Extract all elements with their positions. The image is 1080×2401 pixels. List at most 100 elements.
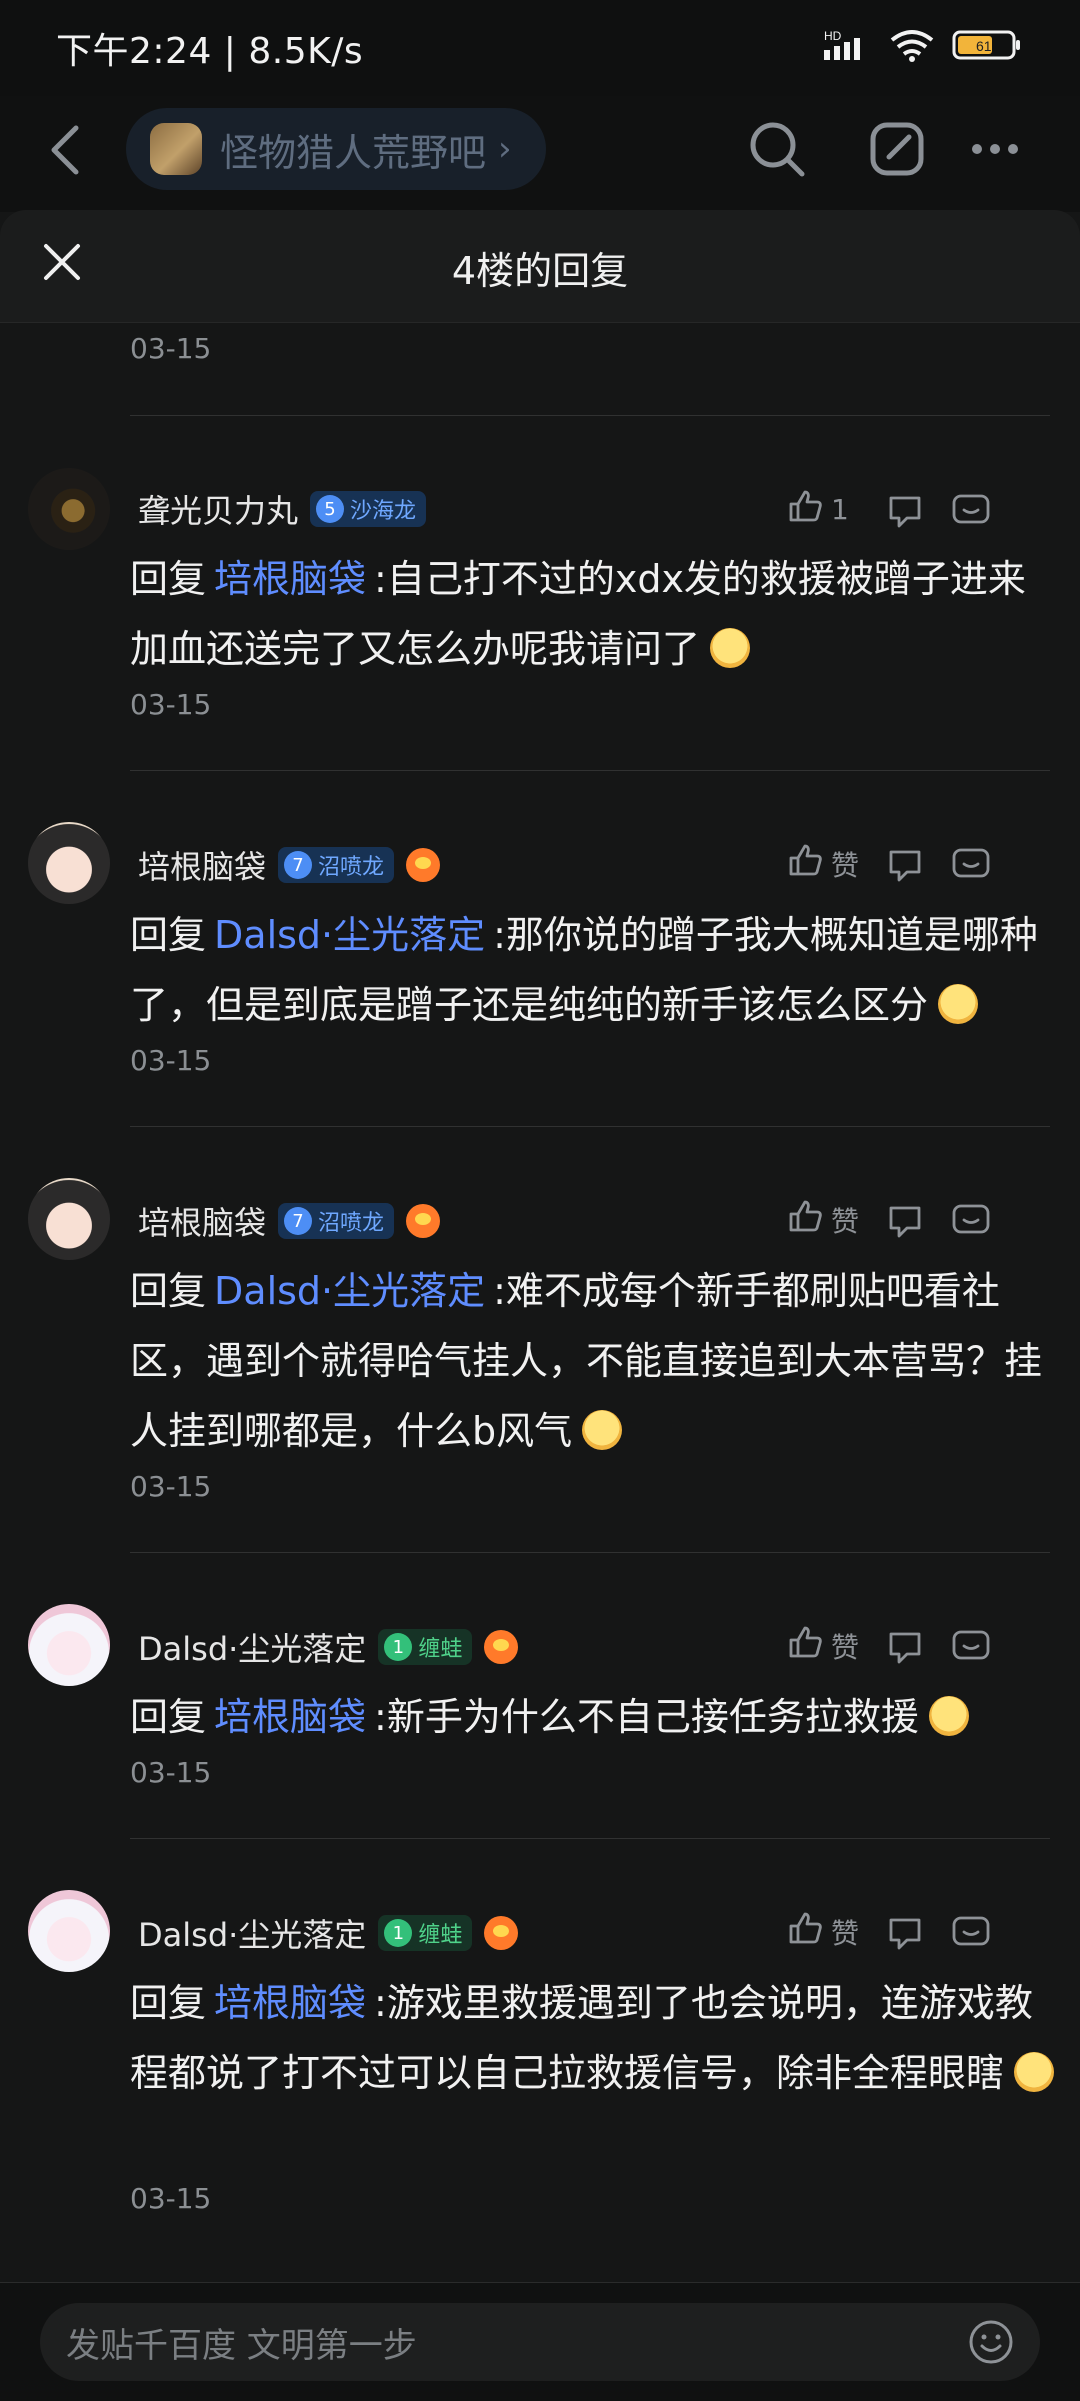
comment-text: 回复 培根脑袋:游戏里救援遇到了也会说明，连游戏教程都说了打不过可以自己拉救援信号… [130, 1968, 1060, 2108]
badge-name: 缠蛙 [418, 1637, 463, 1662]
level-badge: 1 缠蛙 [378, 1915, 473, 1951]
search-icon[interactable] [740, 112, 814, 186]
level-badge: 7 沼喷龙 [278, 847, 395, 883]
mention-link[interactable]: Dalsd·尘光落定 [214, 1269, 485, 1313]
reply-icon[interactable] [945, 1624, 997, 1668]
status-time-speed: 下午2:24 | 8.5K/s [56, 31, 364, 72]
back-chevron-icon[interactable] [42, 122, 92, 178]
thumbs-up-icon [785, 840, 825, 887]
comment-date: 03-15 [130, 1756, 212, 1789]
mention-link[interactable]: 培根脑袋 [214, 1695, 366, 1739]
game-badge-icon [484, 1916, 519, 1950]
username[interactable]: Dalsd·尘光落定 [138, 1624, 366, 1670]
mention-link[interactable]: Dalsd·尘光落定 [214, 913, 485, 957]
comment-divider [130, 770, 1050, 771]
badge-level: 7 [284, 851, 313, 879]
username[interactable]: 聋光贝力丸 [138, 486, 298, 532]
game-badge-icon [406, 1204, 441, 1238]
forum-avatar [150, 123, 202, 175]
thinking-emoji-icon [710, 628, 751, 668]
dislike-icon[interactable] [883, 842, 927, 886]
forum-chip[interactable]: 怪物猎人荒野吧 › [126, 108, 546, 190]
comment-date: 03-15 [130, 1044, 212, 1077]
reply-icon[interactable] [945, 1910, 997, 1954]
username[interactable]: 培根脑袋 [138, 1198, 266, 1244]
thumbs-up-icon [785, 1622, 825, 1669]
like-label: 赞 [831, 1916, 860, 1950]
badge-level: 1 [384, 1633, 413, 1661]
thumbs-up-icon [785, 486, 825, 533]
badge-level: 5 [316, 495, 345, 523]
avatar[interactable] [28, 1890, 110, 1972]
badge-name: 缠蛙 [418, 1923, 463, 1948]
reply-prefix: 回复 [130, 1981, 207, 2025]
comment-actions: 赞 [785, 1622, 1060, 1669]
mention-link[interactable]: 培根脑袋 [214, 557, 366, 601]
like-button[interactable]: 赞 [785, 1622, 865, 1669]
avatar[interactable] [28, 1604, 110, 1686]
like-button[interactable]: 赞 [785, 840, 865, 887]
game-badge-icon [406, 848, 441, 882]
comment-date: 03-15 [130, 688, 212, 721]
like-label: 赞 [831, 1204, 860, 1238]
emoji-button-icon[interactable] [966, 2317, 1016, 2367]
svg-text:HD: HD [824, 29, 842, 43]
username[interactable]: 培根脑袋 [138, 842, 266, 888]
grin-emoji-icon [582, 1410, 623, 1450]
kiss-emoji-icon [928, 1696, 969, 1736]
svg-text:61: 61 [976, 38, 992, 54]
avatar[interactable] [28, 822, 110, 904]
sheet-header: 4楼的回复 [0, 210, 1080, 323]
comment-actions: 赞 [785, 840, 1060, 887]
comment-user-line: 聋光贝力丸 5 沙海龙 [138, 486, 427, 532]
reply-prefix: 回复 [130, 1269, 207, 1313]
grin-emoji-icon [938, 984, 979, 1024]
comment-divider [130, 1552, 1050, 1553]
wifi-icon [888, 28, 936, 66]
comment-date: 03-15 [130, 1470, 212, 1503]
compose-icon[interactable] [860, 112, 934, 186]
like-count: 1 [831, 493, 849, 526]
badge-level: 7 [284, 1207, 313, 1235]
reply-sheet: 4楼的回复 03-15 聋光贝力丸 5 沙海龙 1 回复 培根脑袋:自己打不过的xd… [0, 210, 1080, 2400]
dislike-icon[interactable] [883, 1624, 927, 1668]
mention-link[interactable]: 培根脑袋 [214, 1981, 366, 2025]
level-badge: 5 沙海龙 [310, 491, 427, 527]
comment-text: 回复 Dalsd·尘光落定:那你说的蹭子我大概知道是哪种了，但是到底是蹭子还是纯纯… [130, 900, 1060, 1040]
dislike-icon[interactable] [883, 488, 927, 532]
like-button[interactable]: 赞 [785, 1908, 865, 1955]
like-label: 赞 [831, 1630, 860, 1664]
reply-prefix: 回复 [130, 557, 207, 601]
username[interactable]: Dalsd·尘光落定 [138, 1910, 366, 1956]
comment-text: 回复 培根脑袋:自己打不过的xdx发的救援被蹭子进来加血还送完了又怎么办呢我请问了 [130, 544, 1060, 684]
comment-user-line: Dalsd·尘光落定 1 缠蛙 [138, 1910, 519, 1956]
comment-user-line: 培根脑袋 7 沼喷龙 [138, 1198, 441, 1244]
thumbs-up-icon [785, 1908, 825, 1955]
dislike-icon[interactable] [883, 1198, 927, 1242]
avatar[interactable] [28, 1178, 110, 1260]
badge-name: 沙海龙 [350, 499, 417, 524]
like-button[interactable]: 赞 [785, 1196, 865, 1243]
comment-input[interactable]: 发贴千百度 文明第一步 [40, 2303, 1040, 2381]
comment-divider [130, 415, 1050, 416]
reply-prefix: 回复 [130, 1695, 207, 1739]
reply-icon[interactable] [945, 488, 997, 532]
badge-name: 沼喷龙 [318, 855, 385, 880]
like-button[interactable]: 1 [785, 486, 865, 533]
bottom-bar: 发贴千百度 文明第一步 [0, 2282, 1080, 2401]
level-badge: 7 沼喷龙 [278, 1203, 395, 1239]
reply-icon[interactable] [945, 1198, 997, 1242]
comment-actions: 赞 [785, 1196, 1060, 1243]
more-icon[interactable] [958, 112, 1032, 186]
dislike-icon[interactable] [883, 1910, 927, 1954]
like-label: 赞 [831, 848, 860, 882]
thumbs-up-icon [785, 1196, 825, 1243]
smile-emoji-icon [1014, 2052, 1055, 2092]
comment-body: :新手为什么不自己接任务拉救援 [374, 1695, 919, 1739]
comment-actions: 赞 [785, 1908, 1060, 1955]
top-bar: 怪物猎人荒野吧 › [0, 96, 1080, 212]
reply-icon[interactable] [945, 842, 997, 886]
comment-text: 回复 Dalsd·尘光落定:难不成每个新手都刷贴吧看社区，遇到个就得哈气挂人，不能… [130, 1256, 1060, 1466]
avatar[interactable] [28, 468, 110, 550]
game-badge-icon [484, 1630, 519, 1664]
